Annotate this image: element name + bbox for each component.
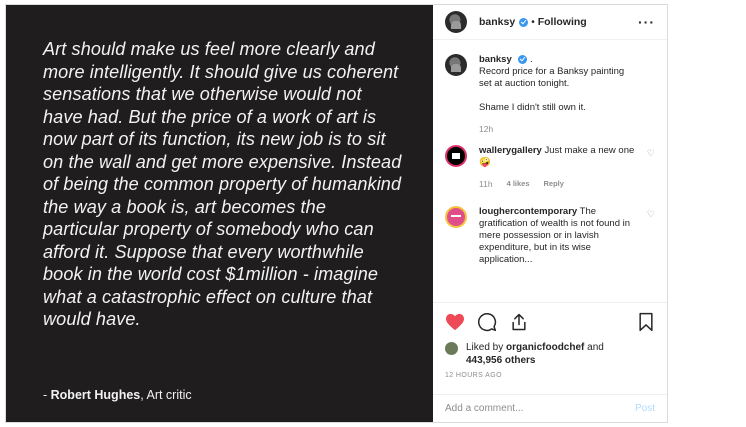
avatar[interactable] — [445, 206, 467, 228]
avatar[interactable] — [445, 54, 467, 76]
liked-prefix: Liked by — [466, 342, 507, 353]
comment-meta: 11h 4 likes Reply — [479, 178, 635, 190]
comment-likes[interactable]: 4 likes — [507, 178, 530, 190]
post-button[interactable]: Post — [635, 403, 655, 414]
comment-text: lougher​contemporary The gratification o… — [479, 206, 655, 266]
caption-time: 12h — [479, 124, 494, 134]
comment-username[interactable]: lougher​contemporary — [479, 206, 577, 217]
verified-icon — [519, 17, 529, 27]
action-icons — [445, 311, 655, 333]
liked-by: Liked by organicfoodchef and 443,956 oth… — [445, 341, 655, 367]
caption-line2: Shame I didn't still own it. — [479, 102, 586, 113]
heart-outline-icon[interactable]: ♡ — [647, 209, 655, 220]
reply-button[interactable]: Reply — [544, 178, 564, 190]
comments-section: banksy . Record price for a Banksy paint… — [433, 40, 667, 302]
comment-time: 11h — [479, 179, 493, 189]
post-sidebar: banksy • Following ··· banksy . Record p… — [433, 5, 667, 422]
caption: banksy . Record price for a Banksy paint… — [445, 54, 655, 135]
post-image[interactable]: Art should make us feel more clearly and… — [6, 5, 433, 422]
quote-text: Art should make us feel more clearly and… — [43, 39, 402, 329]
attribution-role: , Art critic — [140, 388, 192, 402]
verified-icon — [518, 54, 528, 64]
list-item: wallerygallery Just make a new one 🤪 11h… — [445, 145, 655, 190]
quote-attribution: - Robert Hughes, Art critic — [43, 388, 192, 402]
attribution-name: Robert Hughes — [50, 388, 141, 402]
comment-text: wallerygallery Just make a new one 🤪 11h… — [479, 145, 655, 190]
caption-line1: Record price for a Banksy painting set a… — [479, 66, 625, 89]
heart-outline-icon[interactable]: ♡ — [647, 148, 655, 159]
post-actions: Liked by organicfoodchef and 443,956 oth… — [433, 302, 667, 394]
heart-filled-icon[interactable] — [445, 313, 465, 331]
comment-username[interactable]: wallerygallery — [479, 145, 542, 156]
share-icon[interactable] — [509, 312, 529, 332]
avatar[interactable] — [445, 11, 467, 33]
attribution-prefix: - — [43, 388, 51, 402]
post-header: banksy • Following ··· — [433, 5, 667, 40]
liked-middle: and — [584, 342, 604, 353]
add-comment-bar: Post — [433, 394, 667, 422]
instagram-post: Art should make us feel more clearly and… — [5, 4, 668, 423]
more-options-icon[interactable]: ··· — [638, 14, 655, 30]
comment-icon[interactable] — [477, 312, 497, 332]
separator-dot: • — [531, 16, 535, 28]
comment-input[interactable] — [445, 403, 635, 414]
likes-count[interactable]: 443,956 others — [466, 355, 536, 366]
post-timestamp[interactable]: 12 HOURS AGO — [445, 372, 655, 379]
avatar[interactable] — [445, 342, 458, 355]
avatar[interactable] — [445, 145, 467, 167]
caption-suffix: . — [530, 54, 533, 65]
caption-meta: 12h — [479, 123, 635, 135]
caption-username[interactable]: banksy — [479, 54, 512, 65]
list-item: lougher​contemporary The gratification o… — [445, 206, 655, 266]
liked-user[interactable]: organicfoodchef — [506, 342, 584, 353]
bookmark-icon[interactable] — [637, 312, 655, 332]
header-username[interactable]: banksy — [479, 16, 515, 28]
following-button[interactable]: Following — [538, 16, 587, 28]
caption-text: banksy . Record price for a Banksy paint… — [479, 54, 655, 135]
liked-by-text: Liked by organicfoodchef and 443,956 oth… — [466, 341, 604, 367]
